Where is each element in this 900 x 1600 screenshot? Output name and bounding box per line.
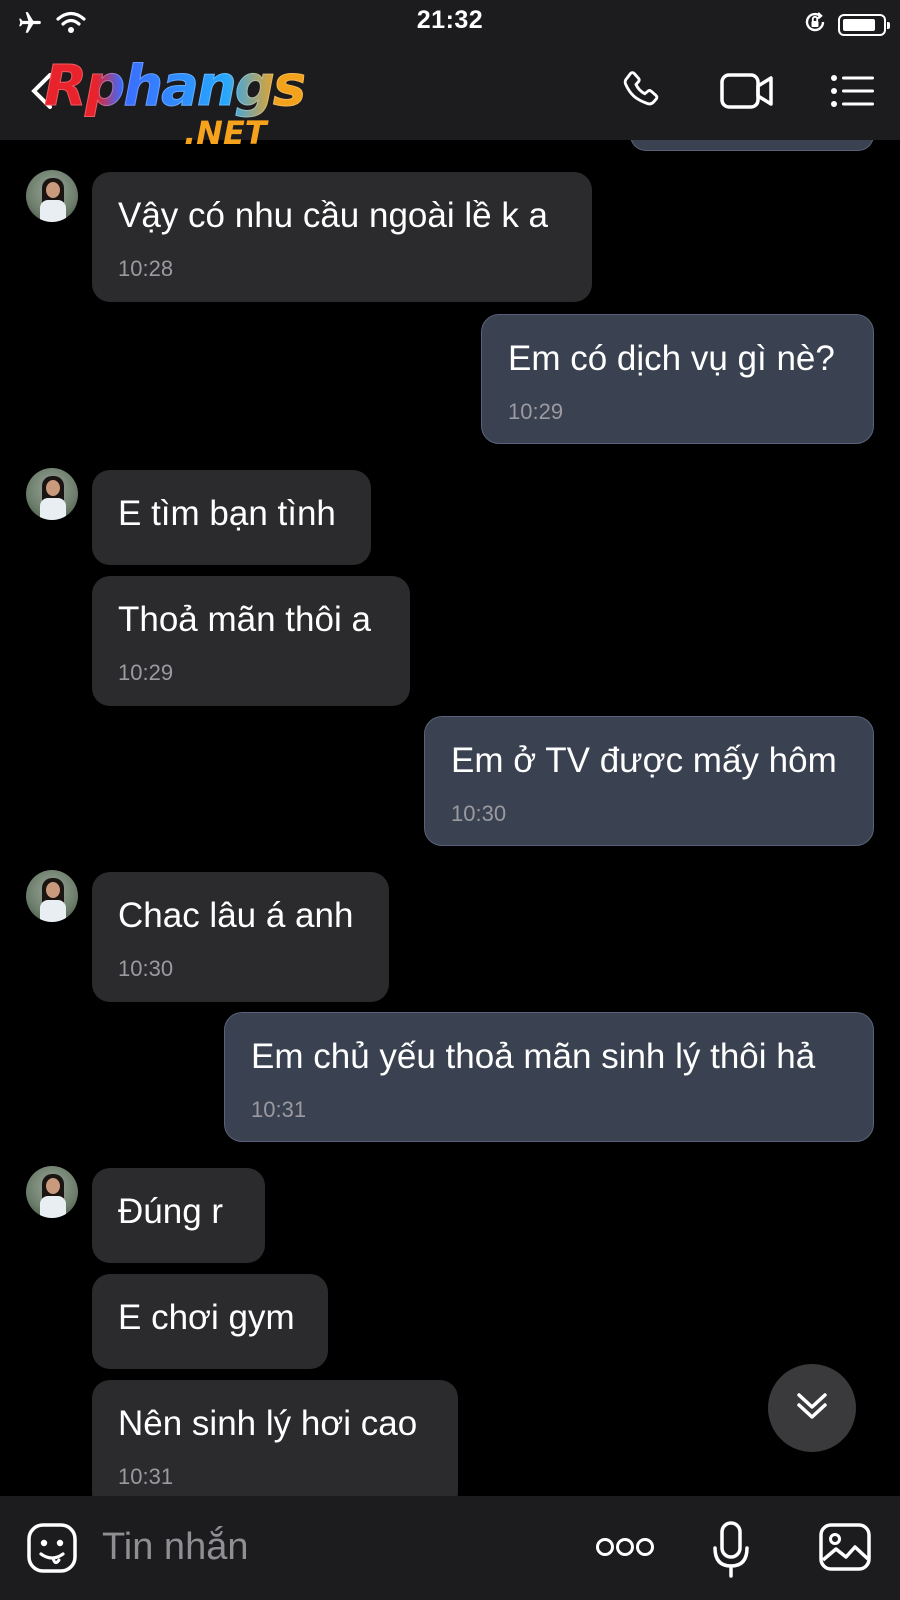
message-time: 10:29: [118, 660, 174, 685]
message-text: Em ở TV được mấy hôm: [451, 741, 837, 780]
message-time: 10:31: [118, 1464, 174, 1489]
image-icon[interactable]: [818, 1522, 872, 1577]
message-text: Em chủ yếu thoả mãn sinh lý thôi hả: [251, 1037, 816, 1076]
avatar[interactable]: [26, 170, 78, 222]
message-bubble[interactable]: Em có dịch vụ gì nè? 10:29: [481, 314, 874, 444]
message-text: E tìm bạn tình: [118, 494, 336, 533]
message-composer: Tin nhắn: [0, 1496, 900, 1600]
message-input[interactable]: Tin nhắn: [102, 1526, 248, 1569]
avatar[interactable]: [26, 870, 78, 922]
chat-header: Rphangs .NET: [0, 46, 900, 152]
status-bar: 21:32: [0, 0, 900, 46]
logo-text: Rphangs: [43, 54, 306, 120]
avatar[interactable]: [26, 468, 78, 520]
message-time: 10:30: [118, 956, 174, 981]
status-time: 21:32: [416, 6, 484, 34]
message-time: 10:30: [451, 801, 507, 826]
rotation-lock-icon: [802, 9, 828, 40]
phone-icon[interactable]: [618, 68, 664, 119]
message-time: 10:29: [508, 399, 564, 424]
scroll-to-bottom-button[interactable]: [768, 1364, 856, 1452]
message-bubble[interactable]: Nên sinh lý hơi cao 10:31: [92, 1380, 458, 1496]
double-chevron-down-icon: [795, 1389, 829, 1428]
message-bubble[interactable]: E chơi gym: [92, 1274, 328, 1369]
message-bubble[interactable]: Thoả mãn thôi a 10:29: [92, 576, 410, 706]
partial-message-bubble: [630, 140, 874, 151]
avatar[interactable]: [26, 1166, 78, 1218]
message-bubble[interactable]: Em ở TV được mấy hôm 10:30: [424, 716, 874, 846]
more-icon[interactable]: [596, 1536, 654, 1563]
message-text: Chac lâu á anh: [118, 896, 354, 935]
message-text: Đúng r: [118, 1192, 224, 1231]
message-text: E chơi gym: [118, 1298, 295, 1337]
message-bubble[interactable]: Vậy có nhu cầu ngoài lề k a 10:28: [92, 172, 592, 302]
watermark-logo: Rphangs .NET: [43, 54, 324, 154]
message-bubble[interactable]: Đúng r: [92, 1168, 265, 1263]
message-bubble[interactable]: Em chủ yếu thoả mãn sinh lý thôi hả 10:3…: [224, 1012, 874, 1142]
message-bubble[interactable]: Chac lâu á anh 10:30: [92, 872, 389, 1002]
battery-icon: [838, 13, 890, 36]
message-time: 10:28: [118, 256, 174, 281]
emoji-icon[interactable]: [26, 1522, 78, 1579]
message-text: Nên sinh lý hơi cao: [118, 1404, 418, 1443]
message-list[interactable]: Vậy có nhu cầu ngoài lề k a 10:28 Em có …: [0, 140, 900, 1496]
message-text: Thoả mãn thôi a: [118, 600, 371, 639]
message-time: 10:31: [251, 1097, 307, 1122]
message-bubble[interactable]: E tìm bạn tình: [92, 470, 371, 565]
message-text: Em có dịch vụ gì nè?: [508, 339, 835, 378]
list-menu-icon[interactable]: [830, 73, 876, 114]
message-text: Vậy có nhu cầu ngoài lề k a: [118, 196, 549, 235]
video-camera-icon[interactable]: [720, 71, 774, 116]
microphone-icon[interactable]: [712, 1520, 750, 1583]
